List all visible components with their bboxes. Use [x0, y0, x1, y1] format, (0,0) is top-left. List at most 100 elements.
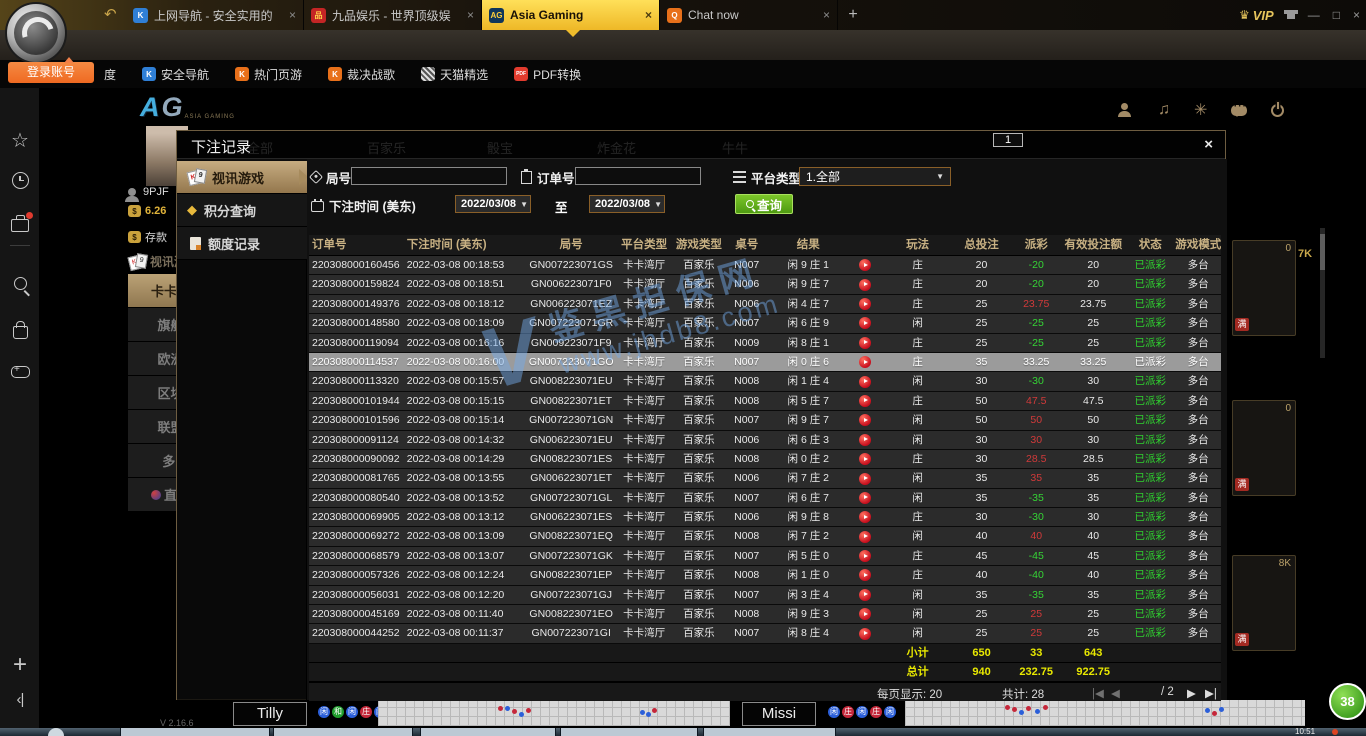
tab-close-icon[interactable]: × [289, 8, 296, 22]
table-row[interactable]: 2203080001598242022-03-08 00:18:51GN0062… [309, 275, 1221, 294]
table-row[interactable]: 2203080001190942022-03-08 00:16:16GN0092… [309, 334, 1221, 353]
replay-icon[interactable] [859, 356, 871, 368]
baccarat-road-left[interactable] [378, 700, 730, 726]
replay-icon[interactable] [859, 279, 871, 291]
os-taskbar[interactable]: 10:51 [0, 728, 1366, 736]
replay-icon[interactable] [859, 298, 871, 310]
replay-icon[interactable] [859, 628, 871, 640]
table-row[interactable]: 2203080000805402022-03-08 00:13:52GN0072… [309, 489, 1221, 508]
replay-icon[interactable] [859, 608, 871, 620]
settings-icon[interactable] [1194, 100, 1207, 120]
table-row[interactable]: 2203080001015962022-03-08 00:15:14GN0072… [309, 411, 1221, 430]
browser-tab[interactable]: 品九品娱乐 - 世界顶级娱× [304, 0, 482, 30]
dialog-menu-points-query[interactable]: 积分查询 [177, 194, 307, 227]
bookmark-item[interactable]: K裁决战歌 [328, 66, 395, 83]
game-table-card[interactable]: 0满 [1232, 400, 1296, 496]
table-row[interactable]: 2203080000451692022-03-08 00:11:40GN0082… [309, 605, 1221, 624]
replay-icon[interactable] [859, 434, 871, 446]
platform-type-select[interactable]: 1.全部▼ [799, 167, 951, 186]
close-window-button[interactable]: × [1353, 8, 1360, 22]
taskbar-window-button[interactable] [420, 728, 556, 736]
table-row[interactable]: 2203080000900922022-03-08 00:14:29GN0082… [309, 450, 1221, 469]
browser-tab[interactable]: AGAsia Gaming× [482, 0, 660, 30]
dialog-menu-video-games[interactable]: 视讯游戏 [177, 161, 307, 194]
close-icon[interactable]: × [1204, 136, 1213, 153]
first-page-button[interactable]: |◀ [1092, 686, 1104, 700]
table-row[interactable]: 2203080001145372022-03-08 00:16:00GN0072… [309, 353, 1221, 372]
table-row[interactable]: 2203080001133202022-03-08 00:15:57GN0082… [309, 372, 1221, 391]
taskbar-window-button[interactable] [273, 728, 413, 736]
replay-icon[interactable] [859, 569, 871, 581]
replay-icon[interactable] [859, 337, 871, 349]
replay-icon[interactable] [859, 414, 871, 426]
taskbar-app-icon[interactable] [48, 728, 64, 736]
maximize-button[interactable]: □ [1333, 8, 1340, 22]
table-row[interactable]: 2203080000685792022-03-08 00:13:07GN0072… [309, 547, 1221, 566]
replay-icon[interactable] [859, 395, 871, 407]
replay-icon[interactable] [859, 259, 871, 271]
taskbar-window-button[interactable] [120, 728, 270, 736]
query-button[interactable]: 查询 [735, 194, 793, 214]
replay-icon[interactable] [859, 376, 871, 388]
floating-counter-badge[interactable]: 38 [1329, 683, 1366, 720]
date-from-picker[interactable]: 2022/03/08▼ [455, 195, 531, 213]
vip-button[interactable]: ♛VIP [1239, 8, 1274, 23]
briefcase-icon[interactable] [0, 213, 40, 232]
table-row[interactable]: 2203080001485802022-03-08 00:18:09GN0072… [309, 314, 1221, 333]
order-no-input[interactable] [575, 167, 701, 185]
replay-icon[interactable] [859, 317, 871, 329]
date-to-picker[interactable]: 2022/03/08▼ [589, 195, 665, 213]
search-icon[interactable] [0, 277, 40, 290]
game-no-input[interactable] [351, 167, 507, 185]
taskbar-window-button[interactable] [560, 728, 698, 736]
bookmark-item[interactable]: K安全导航 [142, 66, 209, 83]
replay-icon[interactable] [859, 550, 871, 562]
reopen-tab-icon[interactable]: ↶ [104, 5, 117, 23]
table-row[interactable]: 2203080000692722022-03-08 00:13:09GN0082… [309, 527, 1221, 546]
game-table-card[interactable]: 0满 [1232, 240, 1296, 336]
last-page-button[interactable]: ▶| [1205, 686, 1217, 700]
replay-icon[interactable] [859, 492, 871, 504]
table-row[interactable]: 2203080000442522022-03-08 00:11:37GN0072… [309, 624, 1221, 643]
tab-close-icon[interactable]: × [645, 8, 652, 22]
history-icon[interactable] [0, 172, 40, 189]
table-row[interactable]: 2203080000573262022-03-08 00:12:24GN0082… [309, 566, 1221, 585]
skin-button[interactable] [1287, 8, 1295, 22]
bookmark-item[interactable]: 度 [104, 66, 116, 83]
tab-close-icon[interactable]: × [467, 8, 474, 22]
browser-tab[interactable]: QChat now× [660, 0, 838, 30]
replay-icon[interactable] [859, 473, 871, 485]
replay-icon[interactable] [859, 511, 871, 523]
favorites-icon[interactable] [0, 128, 40, 153]
page-input[interactable] [993, 133, 1023, 147]
table-row[interactable]: 2203080001493762022-03-08 00:18:12GN0062… [309, 295, 1221, 314]
deposit-button[interactable]: $ 存款 [128, 229, 167, 245]
tab-close-icon[interactable]: × [823, 8, 830, 22]
add-icon[interactable] [0, 651, 40, 679]
table-row[interactable]: 2203080001604562022-03-08 00:18:53GN0072… [309, 256, 1221, 275]
login-account-badge[interactable]: 登录账号 [8, 62, 94, 83]
taskbar-window-button[interactable] [703, 728, 836, 736]
replay-icon[interactable] [859, 589, 871, 601]
next-page-button[interactable]: ▶ [1187, 686, 1196, 700]
music-icon[interactable] [1158, 101, 1170, 119]
dialog-menu-quota-records[interactable]: 额度记录 [177, 227, 307, 260]
baccarat-road-right[interactable] [905, 700, 1305, 726]
table-row[interactable]: 2203080000817652022-03-08 00:13:55GN0062… [309, 469, 1221, 488]
shopping-icon[interactable] [0, 320, 40, 339]
replay-icon[interactable] [859, 453, 871, 465]
games-icon[interactable] [0, 363, 40, 378]
replay-icon[interactable] [859, 531, 871, 543]
support-icon[interactable] [1118, 103, 1134, 117]
new-tab-button[interactable]: + [838, 0, 868, 30]
browser-logo[interactable] [5, 2, 67, 64]
minimize-button[interactable]: — [1308, 8, 1320, 22]
table-row[interactable]: 2203080000560312022-03-08 00:12:20GN0072… [309, 586, 1221, 605]
chat-icon[interactable] [1231, 105, 1247, 116]
scrollbar[interactable] [1320, 228, 1325, 358]
table-row[interactable]: 2203080000699052022-03-08 00:13:12GN0062… [309, 508, 1221, 527]
power-icon[interactable] [1271, 104, 1284, 117]
bookmark-item[interactable]: K热门页游 [235, 66, 302, 83]
table-row[interactable]: 2203080000911242022-03-08 00:14:32GN0062… [309, 431, 1221, 450]
bookmark-item[interactable]: 天猫精选 [421, 66, 488, 83]
